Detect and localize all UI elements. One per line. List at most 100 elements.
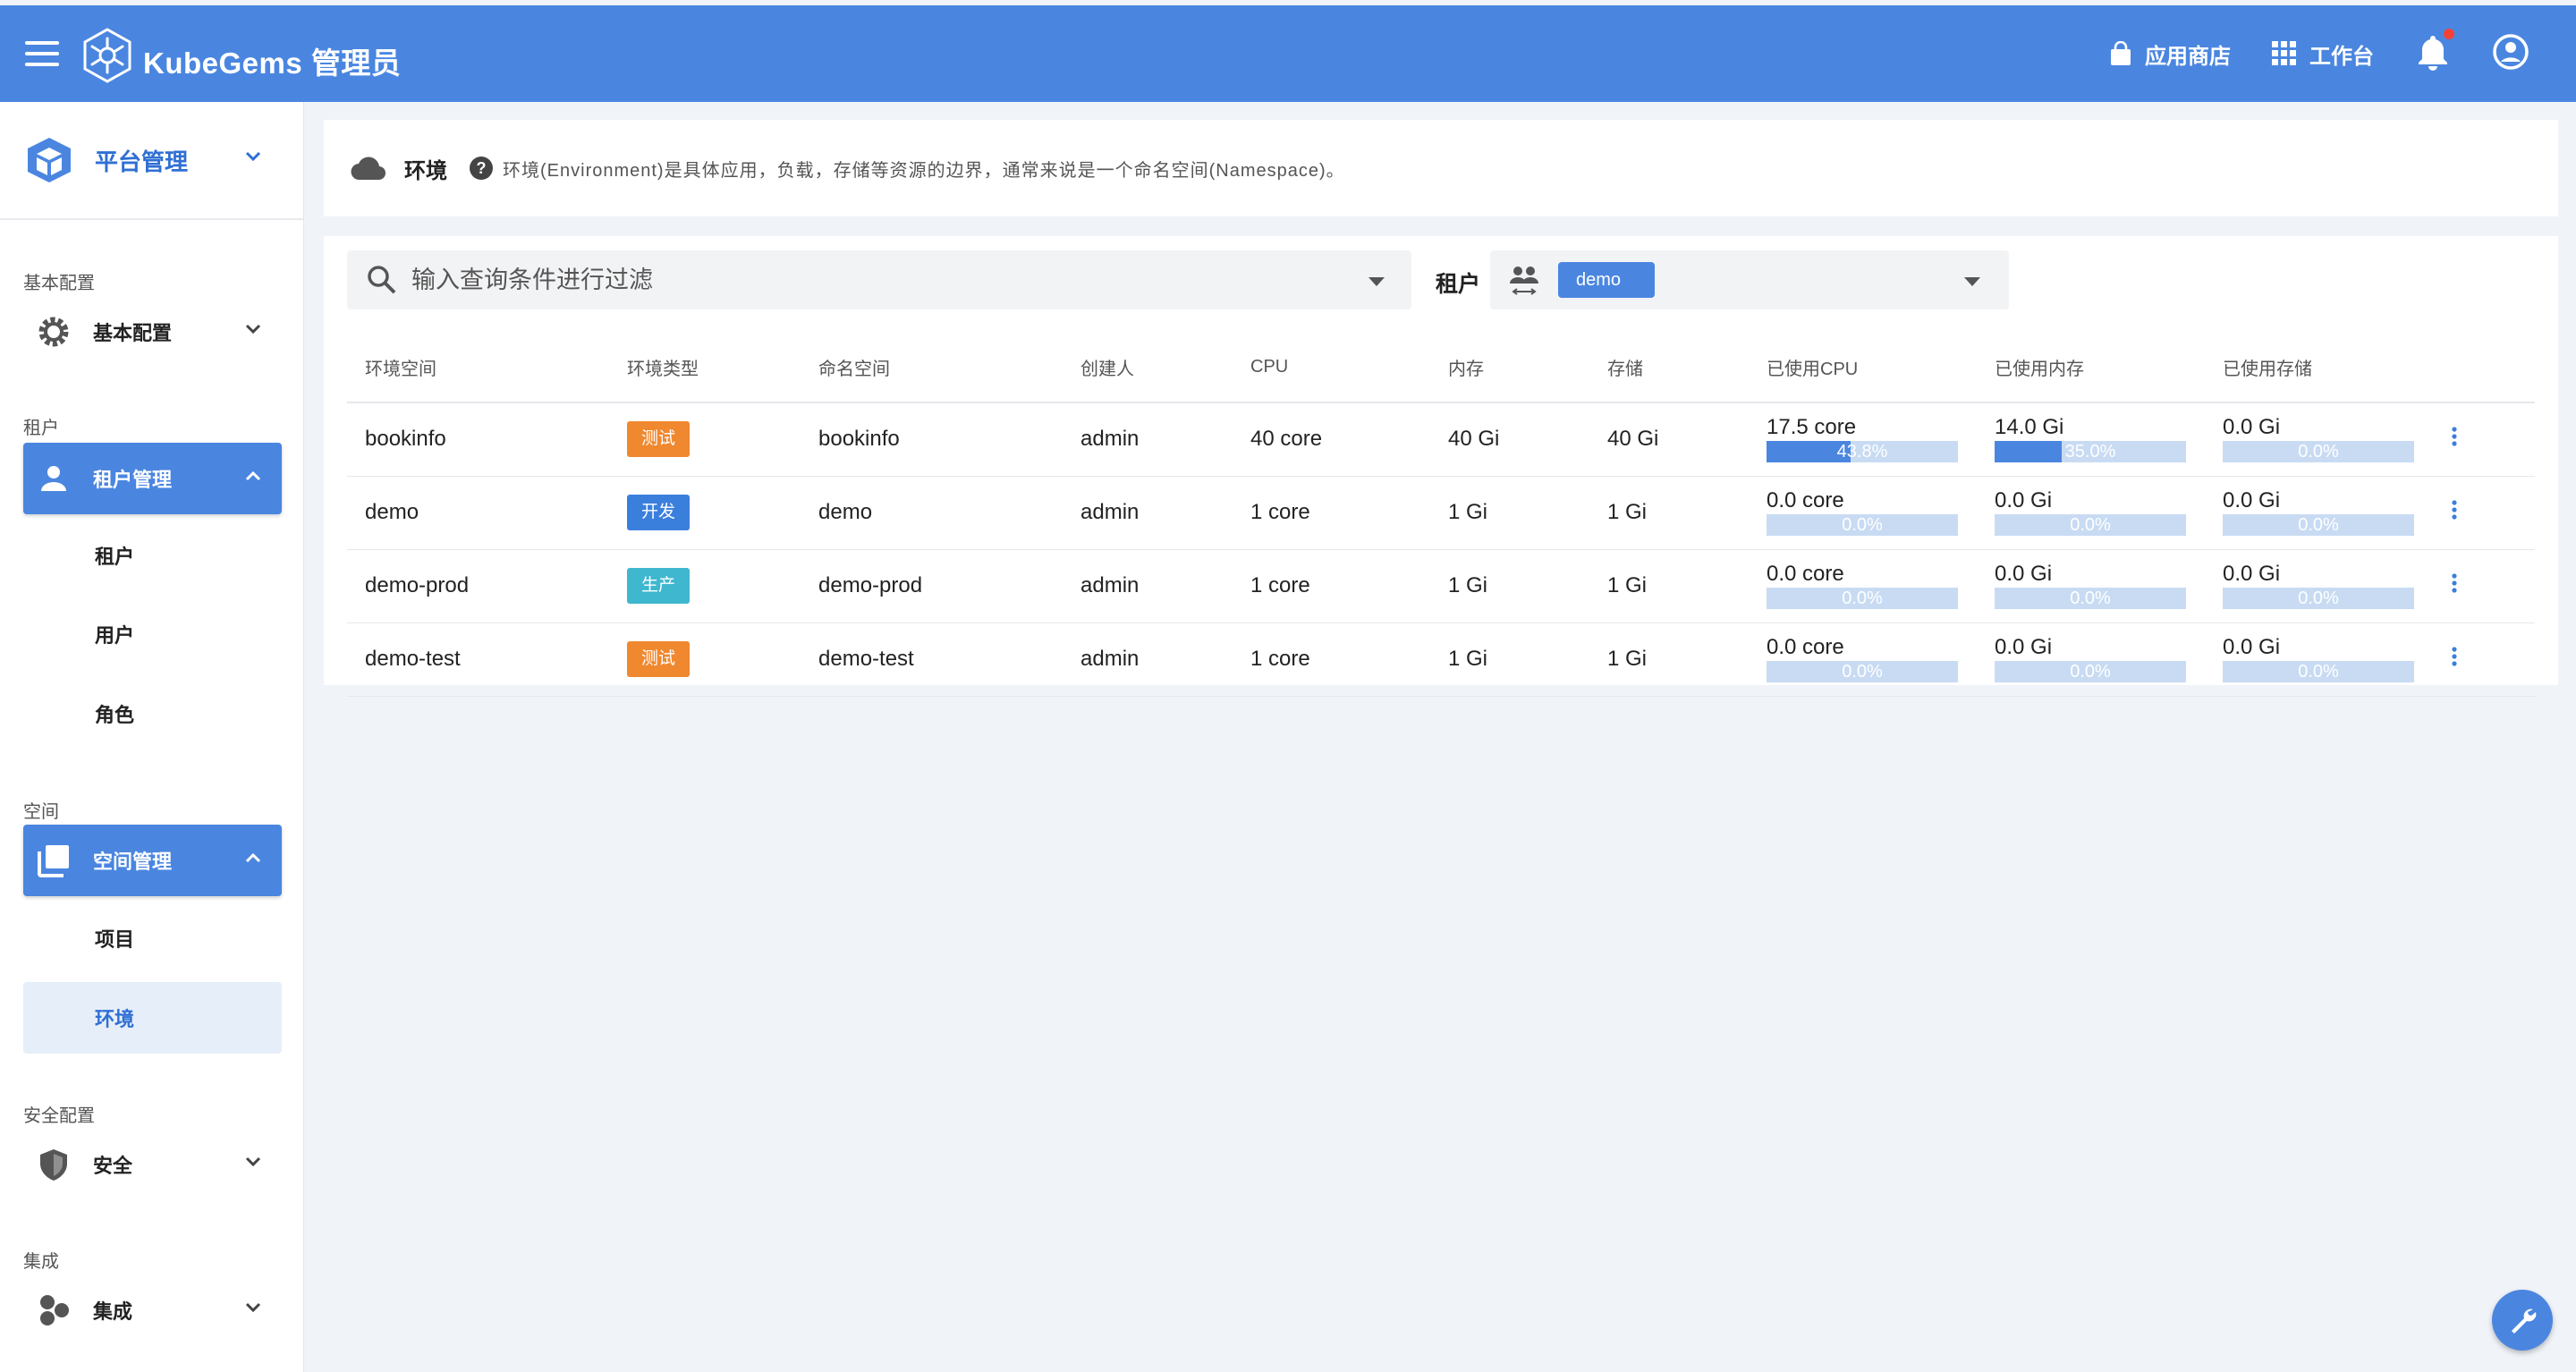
env-type-badge: 生产	[627, 568, 691, 604]
sidebar-item-role[interactable]: 角色	[23, 678, 282, 750]
search-input[interactable]	[411, 266, 1351, 294]
cpu-quota: 1 core	[1233, 549, 1430, 623]
progress-label: 0.0%	[2070, 662, 2111, 682]
group-title-integration: 集成	[23, 1252, 59, 1272]
search-icon	[368, 266, 396, 294]
used-storage-progress: 0.0%	[2223, 514, 2414, 536]
app-store-label: 应用商店	[2145, 44, 2231, 69]
chevron-down-icon	[245, 1156, 261, 1167]
namespace: demo-prod	[801, 549, 1063, 623]
progress-label: 0.0%	[1842, 515, 1883, 535]
sidebar-item-user[interactable]: 用户	[23, 598, 282, 670]
env-name[interactable]: demo-prod	[347, 549, 609, 623]
more-vert-icon[interactable]	[2451, 572, 2458, 594]
shopping-bag-icon	[2111, 41, 2131, 65]
shield-icon	[40, 1149, 67, 1181]
notification-dot	[2444, 28, 2454, 39]
sidebar-item-label: 空间管理	[93, 851, 173, 873]
app-store-button[interactable]: 应用商店	[2109, 38, 2231, 70]
sidebar-item-project[interactable]: 项目	[23, 902, 282, 974]
column-header[interactable]: 存储	[1589, 333, 1749, 403]
table-row[interactable]: demo-test 测试 demo-test admin 1 core 1 Gi…	[347, 622, 2535, 697]
column-header[interactable]: 创建人	[1063, 333, 1233, 403]
group-title-space: 空间	[23, 802, 59, 822]
notifications-button[interactable]	[2415, 28, 2454, 76]
column-header[interactable]: 已使用CPU	[1749, 333, 1977, 403]
chevron-up-icon	[245, 470, 261, 481]
progress-label: 35.0%	[2064, 442, 2116, 462]
env-name[interactable]: demo-test	[347, 622, 609, 697]
more-vert-icon[interactable]	[2451, 499, 2458, 521]
used-memory-value: 0.0 Gi	[1995, 488, 2053, 512]
sidebar-item-basic-config[interactable]: 基本配置	[23, 296, 282, 368]
used-storage-value: 0.0 Gi	[2223, 488, 2281, 512]
column-header[interactable]: 环境类型	[609, 333, 801, 403]
dropdown-arrow-icon[interactable]	[1964, 277, 1980, 286]
brand-title: KubeGems 管理员	[143, 47, 402, 80]
sidebar-item-space-management[interactable]: 空间管理	[23, 825, 282, 896]
more-vert-icon[interactable]	[2451, 646, 2458, 667]
storage-quota: 1 Gi	[1589, 622, 1749, 697]
page-title: 环境	[404, 158, 447, 183]
library-icon	[38, 845, 69, 877]
progress-label: 0.0%	[2070, 589, 2111, 608]
memory-quota: 40 Gi	[1430, 402, 1589, 477]
column-header[interactable]: 已使用存储	[2205, 333, 2433, 403]
more-vert-icon[interactable]	[2451, 426, 2458, 447]
creator: admin	[1063, 402, 1233, 477]
column-header[interactable]: 环境空间	[347, 333, 609, 403]
workbench-button[interactable]: 工作台	[2272, 38, 2374, 70]
progress-label: 0.0%	[2070, 515, 2111, 535]
used-storage-value: 0.0 Gi	[2223, 635, 2281, 659]
used-storage-progress: 0.0%	[2223, 588, 2414, 609]
creator: admin	[1063, 549, 1233, 623]
sidebar-item-environment[interactable]: 环境	[23, 982, 282, 1054]
sidebar-item-tenant-management[interactable]: 租户管理	[23, 443, 282, 514]
platform-switcher[interactable]: 平台管理	[0, 102, 303, 220]
platform-label: 平台管理	[95, 148, 189, 175]
column-header[interactable]: 命名空间	[801, 333, 1063, 403]
used-cpu-progress: 43.8%	[1767, 441, 1958, 463]
cpu-quota: 1 core	[1233, 476, 1430, 550]
creator: admin	[1063, 622, 1233, 697]
sidebar-item-integration[interactable]: 集成	[23, 1275, 282, 1346]
account-button[interactable]	[2492, 33, 2529, 75]
table-row[interactable]: bookinfo 测试 bookinfo admin 40 core 40 Gi…	[347, 402, 2535, 477]
tenant-select[interactable]: demo	[1490, 250, 2009, 309]
menu-icon[interactable]	[25, 41, 59, 66]
chevron-down-icon	[245, 151, 261, 162]
column-header[interactable]: CPU	[1233, 333, 1430, 403]
tools-fab-button[interactable]	[2492, 1290, 2553, 1351]
progress-label: 0.0%	[2298, 589, 2339, 608]
column-header[interactable]: 已使用内存	[1977, 333, 2205, 403]
gear-icon	[38, 317, 69, 347]
sidebar-item-label: 安全	[93, 1155, 133, 1177]
sidebar: 平台管理 基本配置 基本配置 租户 租户管理 租户 用户 角色 空间 空间管理 …	[0, 102, 304, 1372]
env-name[interactable]: bookinfo	[347, 402, 609, 477]
table-row[interactable]: demo 开发 demo admin 1 core 1 Gi 1 Gi 0.0 …	[347, 476, 2535, 550]
memory-quota: 1 Gi	[1430, 476, 1589, 550]
chevron-up-icon	[245, 852, 261, 863]
apps-grid-icon	[2272, 41, 2296, 65]
used-cpu-value: 0.0 core	[1767, 635, 1844, 659]
help-icon[interactable]: ?	[469, 156, 494, 181]
page-description: 环境(Environment)是具体应用，负载，存储等资源的边界，通常来说是一个…	[503, 160, 1345, 181]
workbench-label: 工作台	[2309, 44, 2374, 69]
sidebar-item-tenant[interactable]: 租户	[23, 520, 282, 591]
sidebar-item-security[interactable]: 安全	[23, 1129, 282, 1200]
chevron-down-icon	[245, 1302, 261, 1313]
used-memory-value: 14.0 Gi	[1995, 415, 2064, 440]
table-row[interactable]: demo-prod 生产 demo-prod admin 1 core 1 Gi…	[347, 549, 2535, 623]
storage-quota: 1 Gi	[1589, 476, 1749, 550]
page-header: 环境 ? 环境(Environment)是具体应用，负载，存储等资源的边界，通常…	[324, 120, 2558, 216]
column-header[interactable]: 内存	[1430, 333, 1589, 403]
dropdown-arrow-icon[interactable]	[1368, 277, 1385, 286]
tenant-chip[interactable]: demo	[1558, 262, 1655, 298]
search-bar[interactable]	[347, 250, 1411, 309]
storage-quota: 1 Gi	[1589, 549, 1749, 623]
env-name[interactable]: demo	[347, 476, 609, 550]
used-storage-value: 0.0 Gi	[2223, 415, 2281, 440]
progress-label: 0.0%	[1842, 589, 1883, 608]
used-memory-progress: 0.0%	[1995, 588, 2186, 609]
cube-icon	[28, 138, 71, 182]
